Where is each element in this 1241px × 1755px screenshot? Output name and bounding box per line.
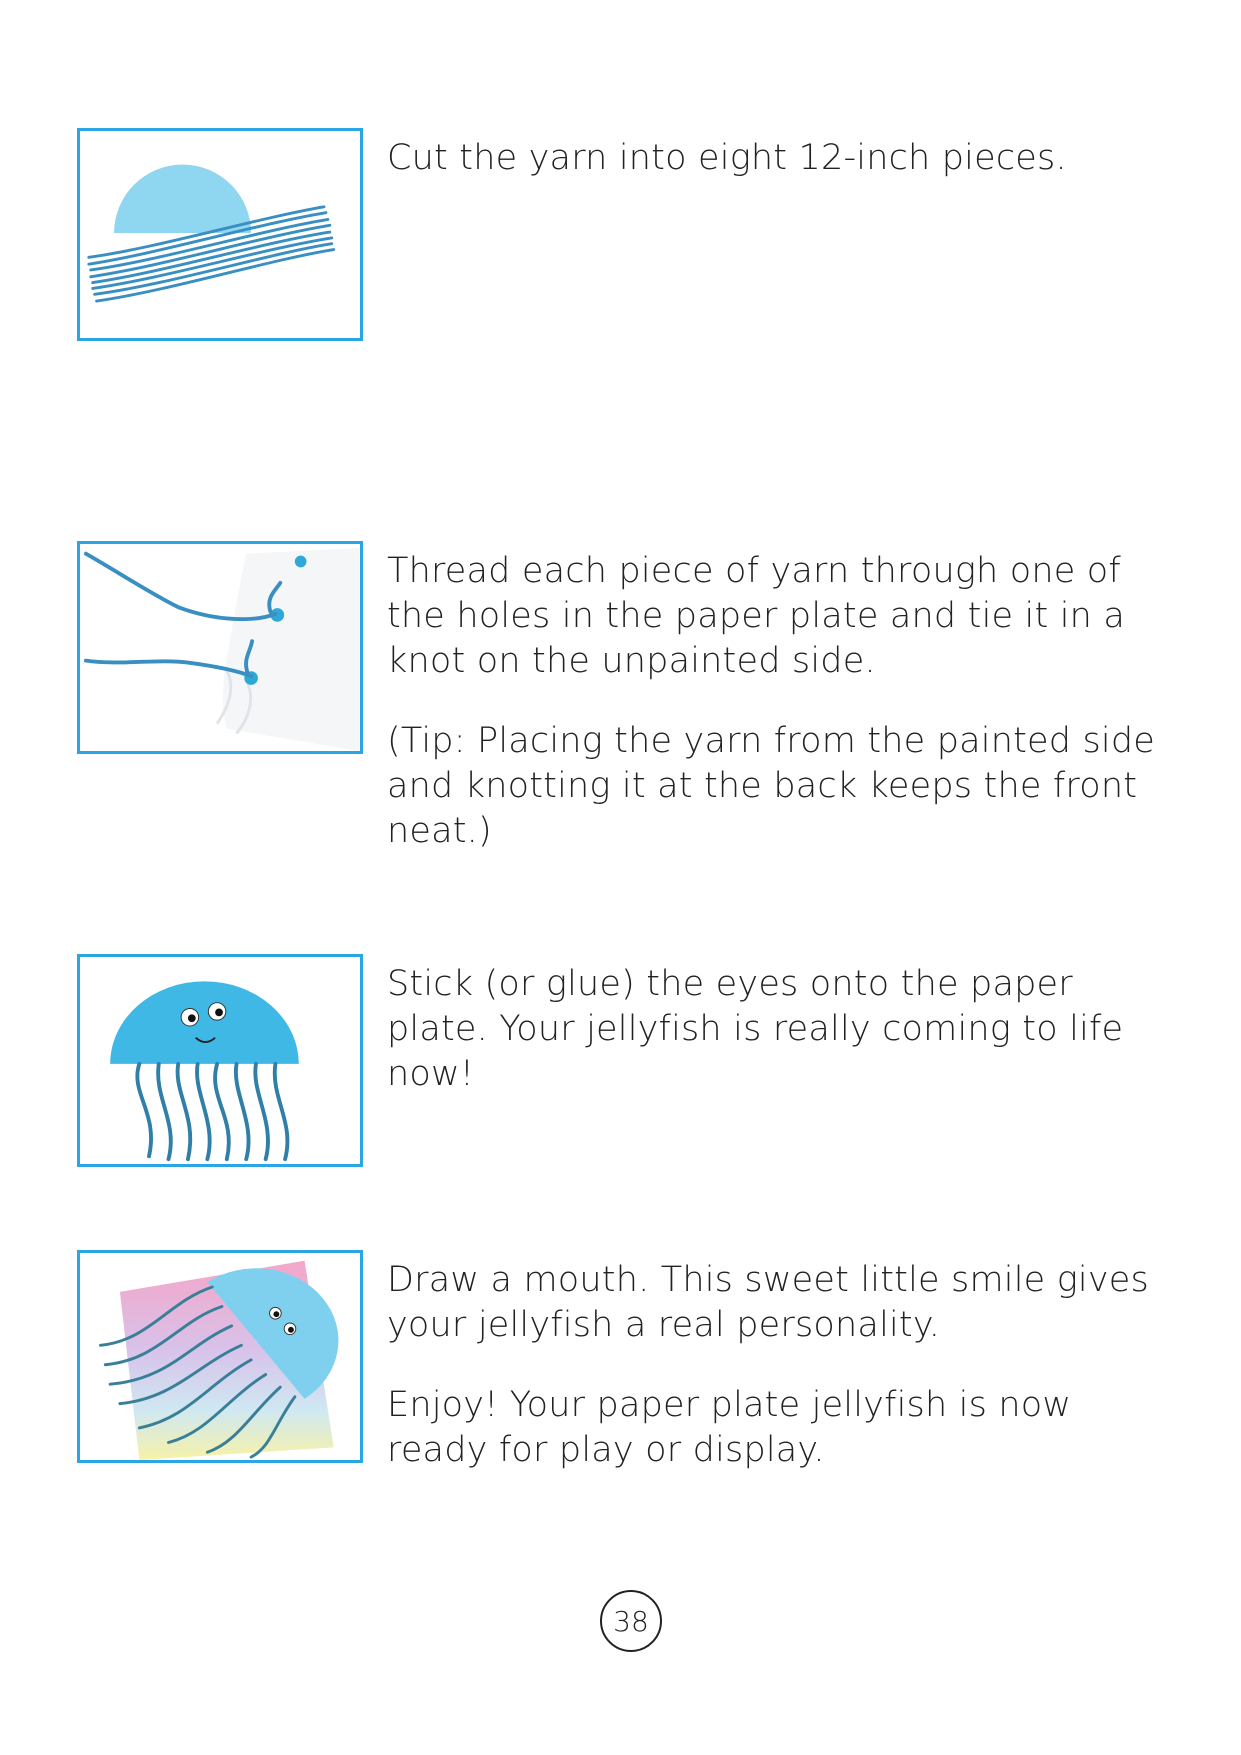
step-4-text: Draw a mouth. This sweet little smile gi… bbox=[387, 1258, 1167, 1508]
step-3-text: Stick (or glue) the eyes onto the paper … bbox=[387, 962, 1167, 1132]
step-1-paragraph-1: Cut the yarn into eight 12-inch pieces. bbox=[387, 138, 1067, 178]
step-1-text: Cut the yarn into eight 12-inch pieces. bbox=[387, 136, 1167, 216]
step-2-text: Thread each piece of yarn through one of… bbox=[387, 549, 1167, 889]
finished-jellyfish-image bbox=[99, 1260, 339, 1460]
step-2-paragraph-2: (Tip: Placing the yarn from the painted … bbox=[387, 721, 1155, 851]
step-2-photo bbox=[77, 541, 363, 754]
jellyfish-with-eyes-image bbox=[110, 981, 299, 1162]
step-3-photo bbox=[77, 954, 363, 1167]
step-3-paragraph-1: Stick (or glue) the eyes onto the paper … bbox=[387, 964, 1124, 1094]
step-4-photo bbox=[77, 1250, 363, 1463]
step-4-paragraph-2: Enjoy! Your paper plate jellyfish is now… bbox=[387, 1385, 1072, 1470]
yarn-threaded-plate-image bbox=[83, 547, 359, 751]
page-number: 38 bbox=[600, 1590, 662, 1652]
step-1-photo bbox=[77, 128, 363, 341]
step-2-paragraph-1: Thread each piece of yarn through one of… bbox=[387, 551, 1126, 681]
step-4-paragraph-1: Draw a mouth. This sweet little smile gi… bbox=[387, 1260, 1149, 1345]
paper-plate-and-yarn-image bbox=[87, 164, 336, 303]
